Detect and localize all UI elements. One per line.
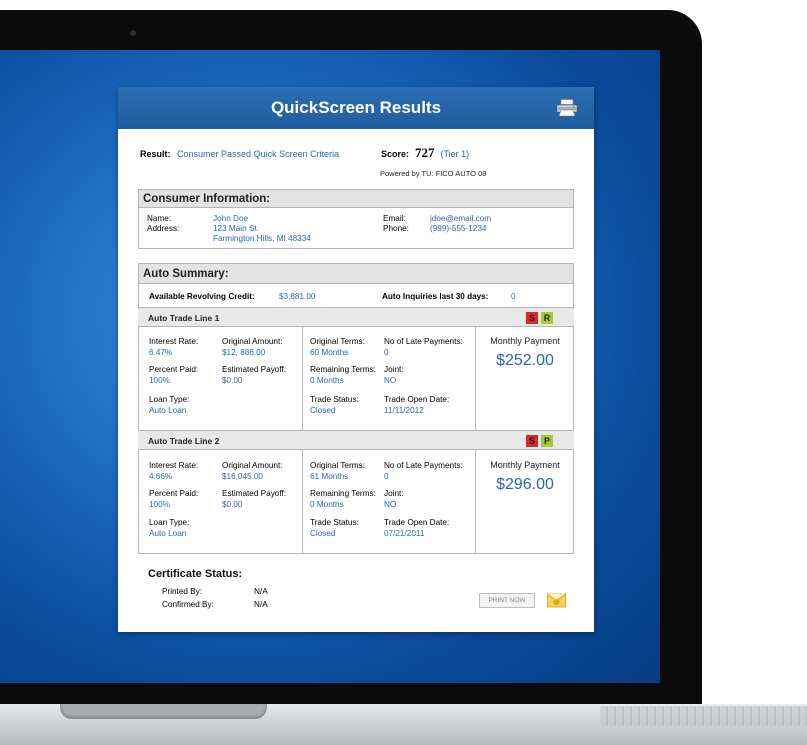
trade-line-1-badge-s[interactable]: S [526,312,538,324]
result-label: Result: [140,149,171,159]
trade-line-2-title: Auto Trade Line 2 [148,436,220,446]
trade-line-2-badge-p[interactable]: P [541,435,553,447]
tl2-trade-open-date-label: Trade Open Date: [384,518,450,527]
trade-line-1-header: Auto Trade Line 1 S R [138,307,574,327]
tl2-late-payments: 0 [384,472,389,481]
tl2-trade-status-label: Trade Status: [310,518,359,527]
confirmed-by-value: N/A [254,600,268,609]
printed-by-value: N/A [254,587,268,596]
quickscreen-panel: QuickScreen Results Result: Consumer Pas… [118,87,594,632]
webcam [130,30,136,36]
revolving-credit-value: $3,881.00 [279,292,316,301]
tl1-trade-open-date: 11/11/2012 [384,406,424,415]
auto-summary-heading: Auto Summary: [139,264,573,284]
laptop-hinge-strip [600,706,807,726]
address-label: Address: [147,224,180,233]
tl1-monthly-payment-label: Monthly Payment [490,336,560,346]
tl1-trade-status-label: Trade Status: [310,395,359,404]
tl1-original-amount: $12, 886.00 [222,348,266,357]
laptop-notch [60,704,267,719]
tl2-original-amount: $16,045.00 [222,472,263,481]
tl1-joint-label: Joint: [384,365,404,374]
tl2-monthly-payment: $296.00 [496,476,554,493]
consumer-email[interactable]: jdoe@email.com [430,214,491,224]
score-value: 727 [415,145,435,160]
powered-by: Powered by TU: FICO AUTO 08 [380,169,487,178]
consumer-heading: Consumer Information: [139,190,573,208]
tl1-interest-rate-label: Interest Rate: [149,337,199,346]
tl1-loan-type-label: Loan Type: [149,395,190,404]
address-line-1: 123 Main St. [213,224,259,233]
page-title: QuickScreen Results [270,98,442,117]
panel-header: QuickScreen Results [118,87,594,129]
trade-line-2-header: Auto Trade Line 2 S P [138,430,574,450]
printer-icon[interactable] [556,99,578,117]
tl2-percent-paid-label: Percent Paid: [149,489,199,498]
tl2-joint-label: Joint: [384,489,404,498]
score-label: Score: [381,149,410,159]
tl2-percent-paid: 100% [149,500,170,509]
score-tier: (Tier 1) [440,149,470,159]
tl1-late-payments: 0 [384,348,389,357]
tl2-late-payments-label: No of Late Payments: [384,461,463,470]
auto-inquiries-label: Auto Inquiries last 30 days: [382,292,489,301]
tl1-estimated-payoff: $0.00 [222,376,243,385]
score-row: Score: 727 (Tier 1) [381,145,469,161]
tl1-original-terms: 60 Months [310,348,349,357]
tl1-interest-rate: 6.47% [149,348,173,357]
trade-line-2-badge-s[interactable]: S [526,435,538,447]
trade-line-1-divider-a [302,327,303,431]
tl2-estimated-payoff-label: Estimated Payoff: [222,489,287,498]
laptop-stage: QuickScreen Results Result: Consumer Pas… [0,0,807,745]
tl1-joint: NO [384,376,397,385]
tl2-trade-open-date: 07/21/2011 [384,529,425,538]
tl1-monthly-payment: $252.00 [496,352,554,369]
tl2-loan-type-label: Loan Type: [149,518,190,527]
tl1-remaining-terms-label: Remaining Terms: [310,365,376,374]
trade-line-2-divider-a [302,450,303,554]
revolving-credit-label: Available Revolving Credit: [149,292,255,301]
certificate-heading: Certificate Status: [148,568,243,580]
tl2-trade-status: Closed [310,529,336,538]
auto-inquiries-value: 0 [511,292,516,301]
consumer-name: John Doe [213,214,249,223]
trade-line-1-title: Auto Trade Line 1 [148,313,220,323]
tl2-remaining-terms: 0 Months [310,500,344,509]
tl2-original-terms-label: Original Terms: [310,461,365,470]
trade-line-1-badge-r[interactable]: R [541,312,553,324]
result-value: Consumer Passed Quick Screen Criteria [177,149,340,159]
tl1-late-payments-label: No of Late Payments: [384,337,463,346]
tl1-trade-open-date-label: Trade Open Date: [384,395,450,404]
consumer-phone: (999)-555-1234 [430,224,487,233]
consumer-section: Consumer Information: Name: John Doe Add… [138,189,574,249]
tl1-percent-paid: 100% [149,376,170,385]
print-now-button[interactable]: PRINT NOW [479,593,535,608]
tl2-remaining-terms-label: Remaining Terms: [310,489,376,498]
confirmed-by-label: Confirmed By: [162,600,214,609]
tl2-loan-type: Auto Loan [149,529,187,538]
tl2-estimated-payoff: $0.00 [222,500,243,509]
tl2-monthly-payment-label: Monthly Payment [490,460,560,470]
tl1-remaining-terms: 0 Months [310,376,344,385]
envelope-icon[interactable] [547,592,566,608]
tl2-interest-rate-label: Interest Rate: [149,461,199,470]
tl2-original-terms: 61 Months [310,472,349,481]
tl1-original-terms-label: Original Terms: [310,337,365,346]
tl1-percent-paid-label: Percent Paid: [149,365,199,374]
email-label: Email: [383,214,406,223]
tl2-interest-rate: 4.66% [149,472,173,481]
name-label: Name: [147,214,172,223]
printed-by-label: Printed By: [162,587,203,596]
tl1-loan-type: Auto Loan [149,406,187,415]
tl1-trade-status: Closed [310,406,336,415]
tl1-estimated-payoff-label: Estimated Payoff: [222,365,287,374]
phone-label: Phone: [383,224,409,233]
tl2-joint: NO [384,500,397,509]
result-row: Result: Consumer Passed Quick Screen Cri… [140,149,339,159]
address-line-2: Farmington Hills, MI 48334 [213,234,311,243]
tl2-original-amount-label: Original Amount: [222,461,283,470]
tl1-original-amount-label: Original Amount: [222,337,283,346]
